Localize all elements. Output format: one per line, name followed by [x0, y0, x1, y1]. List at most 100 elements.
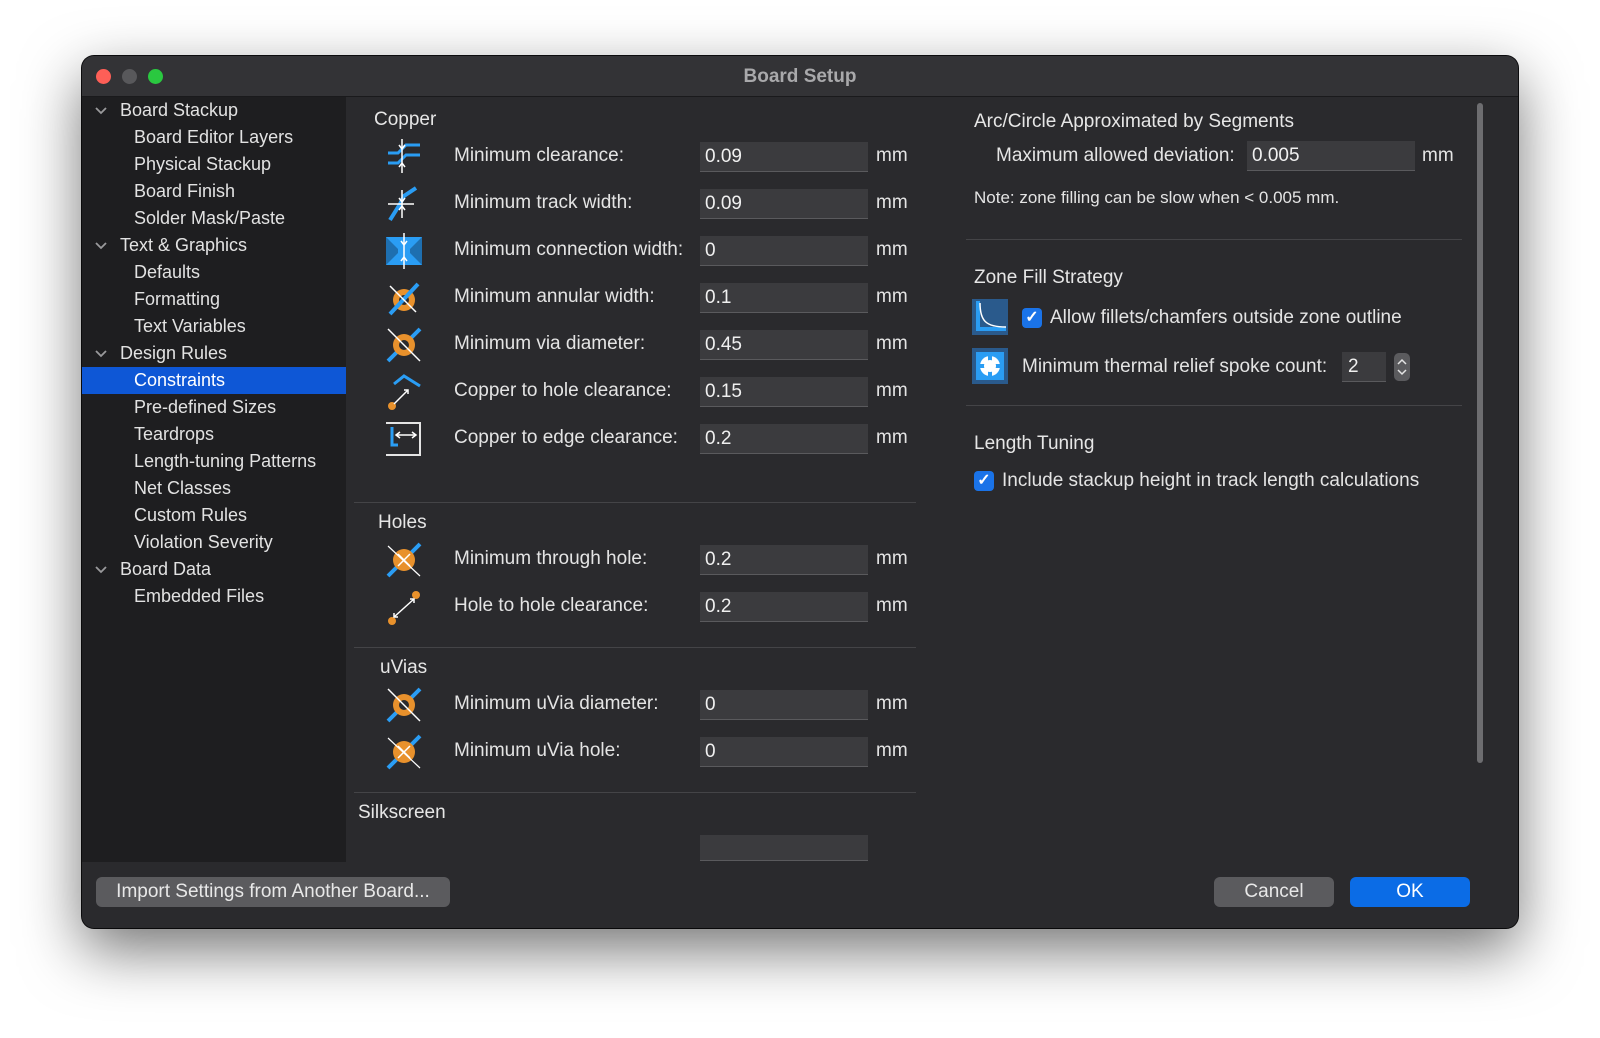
tree-item-label: Embedded Files — [134, 586, 265, 606]
copper-hole-clearance-icon — [388, 374, 421, 410]
unit-label: mm — [876, 145, 908, 166]
annular-width-icon — [388, 282, 420, 316]
cancel-button[interactable]: Cancel — [1214, 877, 1334, 907]
scrollbar-thumb[interactable] — [1477, 103, 1483, 763]
tree-item-label: Pre-defined Sizes — [134, 397, 277, 417]
section-divider — [354, 502, 916, 503]
tree-item-constraints[interactable]: Constraints — [82, 367, 346, 394]
tree-item-board-finish[interactable]: Board Finish — [82, 178, 346, 205]
tree-item-label: Teardrops — [134, 424, 215, 444]
tree-item-label: Board Editor Layers — [134, 127, 294, 147]
silkscreen-field-clipped[interactable] — [700, 835, 868, 861]
tree-item-board-editor-layers[interactable]: Board Editor Layers — [82, 124, 346, 151]
tree-item-net-classes[interactable]: Net Classes — [82, 475, 346, 502]
tree-item-label: Text Variables — [134, 316, 246, 336]
tree-item-predefined-sizes[interactable]: Pre-defined Sizes — [82, 394, 346, 421]
tree-item-label: Design Rules — [120, 343, 228, 363]
tree-item-label: Text & Graphics — [120, 235, 248, 255]
min-clearance-label: Minimum clearance: — [454, 145, 624, 166]
content-scrollbar[interactable] — [1472, 97, 1486, 862]
tree-item-text-graphics[interactable]: Text & Graphics — [82, 232, 346, 259]
uvias-section-title: uVias — [380, 657, 428, 678]
min-annular-width-input[interactable]: 0.1 — [700, 283, 868, 313]
min-track-width-label: Minimum track width: — [454, 192, 633, 213]
copper-edge-clearance-icon — [386, 422, 421, 456]
min-connection-width-input[interactable]: 0 — [700, 236, 868, 266]
board-setup-dialog: Board Setup Board Stackup Board Editor L… — [82, 56, 1518, 928]
tree-item-label: Physical Stackup — [134, 154, 272, 174]
clearance-icon — [388, 139, 420, 173]
tree-item-label: Violation Severity — [134, 532, 273, 552]
unit-label: mm — [876, 548, 908, 569]
max-deviation-input[interactable]: 0.005 — [1247, 141, 1415, 171]
tree-item-label: Board Data — [120, 559, 212, 579]
chevron-down-icon[interactable] — [94, 340, 108, 367]
allow-fillets-checkbox[interactable]: ✓ — [1022, 308, 1042, 328]
tree-item-label: Custom Rules — [134, 505, 248, 525]
tree-item-formatting[interactable]: Formatting — [82, 286, 346, 313]
hole-to-hole-clearance-label: Hole to hole clearance: — [454, 595, 649, 616]
tree-item-label: Board Stackup — [120, 100, 239, 120]
section-divider — [354, 647, 916, 648]
min-track-width-input[interactable]: 0.09 — [700, 189, 868, 219]
connection-width-icon — [386, 233, 422, 269]
allow-fillets-label: Allow fillets/chamfers outside zone outl… — [1050, 307, 1402, 328]
copper-hole-clearance-label: Copper to hole clearance: — [454, 380, 672, 401]
settings-tree: Board Stackup Board Editor Layers Physic… — [82, 97, 346, 862]
spoke-count-input[interactable]: 2 — [1342, 352, 1386, 382]
tree-item-design-rules[interactable]: Design Rules — [82, 340, 346, 367]
silkscreen-section-title: Silkscreen — [358, 802, 446, 823]
window-title: Board Setup — [743, 66, 857, 87]
hole-to-hole-clearance-input[interactable]: 0.2 — [700, 592, 868, 622]
copper-edge-clearance-input[interactable]: 0.2 — [700, 424, 868, 454]
dialog-footer: Import Settings from Another Board... Ca… — [82, 862, 1518, 928]
holes-section-title: Holes — [378, 512, 427, 533]
tree-item-label: Net Classes — [134, 478, 232, 498]
tree-item-violation-severity[interactable]: Violation Severity — [82, 529, 346, 556]
min-through-hole-input[interactable]: 0.2 — [700, 545, 868, 575]
tree-item-physical-stackup[interactable]: Physical Stackup — [82, 151, 346, 178]
zone-fill-note: Note: zone filling can be slow when < 0.… — [974, 188, 1340, 207]
length-tuning-section-title: Length Tuning — [974, 433, 1095, 454]
stepper-arrows-icon — [1397, 358, 1407, 376]
import-settings-button[interactable]: Import Settings from Another Board... — [96, 877, 450, 907]
min-uvia-diameter-input[interactable]: 0 — [700, 690, 868, 720]
include-stackup-checkbox[interactable]: ✓ — [974, 471, 994, 491]
unit-label: mm — [876, 286, 908, 307]
min-via-diameter-input[interactable]: 0.45 — [700, 330, 868, 360]
unit-label: mm — [876, 380, 908, 401]
ok-button[interactable]: OK — [1350, 877, 1470, 907]
tree-item-length-tuning-patterns[interactable]: Length-tuning Patterns — [82, 448, 346, 475]
chevron-down-icon[interactable] — [94, 556, 108, 583]
unit-label: mm — [1422, 145, 1454, 166]
tree-item-embedded-files[interactable]: Embedded Files — [82, 583, 346, 610]
min-clearance-input[interactable]: 0.09 — [700, 142, 868, 172]
tree-item-defaults[interactable]: Defaults — [82, 259, 346, 286]
chevron-down-icon[interactable] — [94, 232, 108, 259]
tree-item-label: Length-tuning Patterns — [134, 451, 317, 471]
min-annular-width-label: Minimum annular width: — [454, 286, 655, 307]
tree-item-board-data[interactable]: Board Data — [82, 556, 346, 583]
spoke-count-stepper[interactable] — [1394, 353, 1410, 381]
via-diameter-icon — [386, 327, 422, 363]
copper-edge-clearance-label: Copper to edge clearance: — [454, 427, 678, 448]
tree-item-board-stackup[interactable]: Board Stackup — [82, 97, 346, 124]
min-uvia-hole-input[interactable]: 0 — [700, 737, 868, 767]
chevron-down-icon[interactable] — [94, 97, 108, 124]
unit-label: mm — [876, 595, 908, 616]
tree-item-text-variables[interactable]: Text Variables — [82, 313, 346, 340]
unit-label: mm — [876, 333, 908, 354]
unit-label: mm — [876, 239, 908, 260]
uvia-diameter-icon — [386, 687, 422, 723]
copper-section-title: Copper — [374, 109, 437, 130]
tree-item-solder-mask-paste[interactable]: Solder Mask/Paste — [82, 205, 346, 232]
track-width-icon — [388, 186, 418, 222]
tree-item-teardrops[interactable]: Teardrops — [82, 421, 346, 448]
unit-label: mm — [876, 693, 908, 714]
min-connection-width-label: Minimum connection width: — [454, 239, 684, 260]
thermal-spoke-icon — [972, 348, 1008, 384]
arc-section-title: Arc/Circle Approximated by Segments — [974, 111, 1294, 132]
tree-item-custom-rules[interactable]: Custom Rules — [82, 502, 346, 529]
copper-hole-clearance-input[interactable]: 0.15 — [700, 377, 868, 407]
tree-item-label: Solder Mask/Paste — [134, 208, 286, 228]
